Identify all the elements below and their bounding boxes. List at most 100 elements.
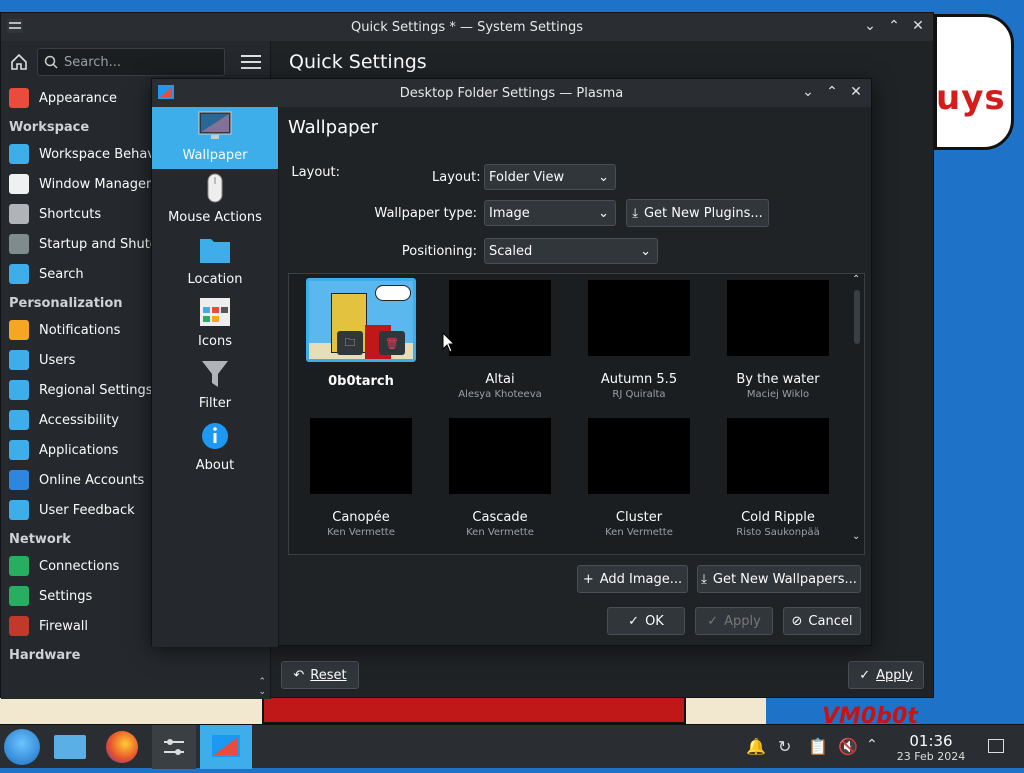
wallpaper-name: 0b0tarch <box>328 374 394 389</box>
main-apply-button[interactable]: ✓ Apply <box>848 661 924 689</box>
main-titlebar[interactable]: Quick Settings * — System Settings ⌄ ⌃ ✕ <box>1 13 933 41</box>
category-icons[interactable]: Icons <box>152 293 278 355</box>
notification-bell-icon[interactable]: 🔔 <box>746 737 766 756</box>
dialog-titlebar[interactable]: Desktop Folder Settings — Plasma ⌄ ⌃ ✕ <box>152 79 871 107</box>
category-label: About <box>195 458 235 473</box>
get-plugins-label: Get New Plugins... <box>643 205 763 221</box>
category-location[interactable]: Location <box>152 231 278 293</box>
chevron-down-icon[interactable]: ⌄ <box>861 17 879 35</box>
cancel-button[interactable]: ⊘ Cancel <box>783 607 861 635</box>
dialog-heading: Wallpaper <box>288 117 379 138</box>
wallpaper-name: By the water <box>736 372 820 387</box>
taskbar: 🔔 ↻ 📋 🔇 ⌃ 01:36 23 Feb 2024 <box>0 724 1024 769</box>
close-icon[interactable]: ✕ <box>909 17 927 35</box>
chevron-down-icon[interactable]: ⌄ <box>799 83 817 101</box>
wallpaper-thumbnail <box>588 418 690 494</box>
layout-value: Folder View <box>489 169 565 185</box>
search-input[interactable]: Search... <box>37 48 225 76</box>
close-icon[interactable]: ✕ <box>847 83 865 101</box>
icons-icon <box>198 297 232 331</box>
get-new-wallpapers-button[interactable]: ⤓ Get New Wallpapers... <box>697 565 861 593</box>
ok-button[interactable]: ✓ OK <box>607 607 685 635</box>
taskbar-plasma-dialog[interactable] <box>200 725 252 769</box>
clipboard-icon[interactable]: 📋 <box>808 737 828 756</box>
wallpaper-corner-text: VM0b0t <box>822 704 918 724</box>
info-icon <box>198 421 232 455</box>
flag-icon <box>9 380 29 400</box>
check-icon: ✓ <box>628 613 640 629</box>
reset-button[interactable]: ↶ Reset <box>281 661 359 689</box>
startup-icon <box>9 234 29 254</box>
check-icon: ✓ <box>707 613 719 629</box>
open-folder-icon[interactable]: 🗀 <box>337 331 363 355</box>
desktop-folder-settings-dialog: Desktop Folder Settings — Plasma ⌄ ⌃ ✕ W… <box>151 78 872 647</box>
wallpaper-tile[interactable]: Canopée Ken Vermette <box>301 412 421 544</box>
wallpaper-tile[interactable]: Altai Alesya Khoteeva <box>440 274 560 406</box>
sidebar-scroll-arrows[interactable]: ⌃ ⌄ <box>258 677 266 697</box>
mouse-cursor-icon <box>442 332 456 353</box>
updates-icon[interactable]: ↻ <box>778 737 791 756</box>
positioning-label: Positioning: <box>401 244 477 259</box>
clock-time: 01:36 <box>909 732 953 750</box>
category-label: Location <box>187 272 243 287</box>
layout-select[interactable]: Folder View ⌄ <box>484 164 616 190</box>
wallpaper-tile[interactable]: Autumn 5.5 RJ Quiralta <box>579 274 699 406</box>
wallpaper-name: Canopée <box>332 510 390 525</box>
keyboard-icon <box>9 204 29 224</box>
workspace-icon <box>9 144 29 164</box>
wallpaper-type-value: Image <box>489 205 530 221</box>
wallpaper-author: Risto Saukonpää <box>736 527 820 538</box>
tray-expand-icon[interactable]: ⌃ <box>866 737 878 753</box>
wallpaper-tile[interactable]: Cascade Ken Vermette <box>440 412 560 544</box>
chevron-up-icon[interactable]: ⌃ <box>885 17 903 35</box>
feedback-icon <box>9 500 29 520</box>
wallpaper-name: Cluster <box>615 510 663 525</box>
category-mouse-actions[interactable]: Mouse Actions <box>152 169 278 231</box>
file-manager-icon[interactable] <box>54 735 86 759</box>
positioning-value: Scaled <box>489 243 533 259</box>
category-wallpaper[interactable]: Wallpaper <box>152 107 278 169</box>
wallpaper-tile[interactable]: Cluster Ken Vermette <box>579 412 699 544</box>
filter-icon <box>198 359 232 393</box>
start-menu-icon[interactable] <box>4 729 40 765</box>
wallpaper-tile[interactable]: By the water Maciej Wiklo <box>718 274 838 406</box>
add-image-label: Add Image... <box>599 571 683 587</box>
accessibility-icon <box>9 410 29 430</box>
cancel-icon: ⊘ <box>791 613 803 629</box>
hamburger-menu-icon[interactable] <box>239 51 263 73</box>
positioning-select[interactable]: Scaled ⌄ <box>484 238 658 264</box>
wallpaper-tile[interactable]: Cold Ripple Risto Saukonpää <box>718 412 838 544</box>
add-image-button[interactable]: + Add Image... <box>577 565 688 593</box>
wallpaper-thumbnail <box>727 418 829 494</box>
wallpaper-type-label: Wallpaper type: <box>374 206 477 221</box>
category-filter[interactable]: Filter <box>152 355 278 417</box>
chevron-up-icon[interactable]: ⌃ <box>823 83 841 101</box>
home-icon[interactable] <box>9 52 29 72</box>
window-icon <box>9 174 29 194</box>
get-wallpapers-label: Get New Wallpapers... <box>712 571 857 587</box>
wallpaper-name: Autumn 5.5 <box>600 372 678 387</box>
taskbar-system-settings[interactable] <box>152 725 196 769</box>
show-desktop-icon[interactable] <box>988 739 1004 753</box>
wallpaper-tile[interactable]: 🗀 🗑 0b0tarch <box>301 274 421 406</box>
trash-icon[interactable]: 🗑 <box>379 331 405 355</box>
undo-icon: ↶ <box>293 667 305 683</box>
connections-icon <box>9 556 29 576</box>
wallpaper-grid[interactable]: ⌃ ⌄ 🗀 🗑 0b0tarch Altai Alesya Khoteeva Autumn… <box>288 273 865 555</box>
dialog-apply-button[interactable]: ✓ Apply <box>695 607 773 635</box>
clock[interactable]: 01:36 23 Feb 2024 <box>890 732 972 763</box>
grid-scrollbar[interactable]: ⌃ ⌄ <box>850 274 864 554</box>
wallpaper-thumbnail <box>588 280 690 356</box>
globe-icon <box>9 470 29 490</box>
grid-scroll-thumb[interactable] <box>854 290 860 344</box>
sidebar-item-label: Accessibility <box>39 412 119 428</box>
volume-muted-icon[interactable]: 🔇 <box>838 737 858 756</box>
category-about[interactable]: About <box>152 417 278 479</box>
bell-icon <box>9 320 29 340</box>
get-new-plugins-button[interactable]: ⤓ Get New Plugins... <box>626 199 769 227</box>
selected-thumb-frame: 🗀 🗑 <box>306 278 416 362</box>
cancel-label: Cancel <box>808 613 853 629</box>
firefox-icon[interactable] <box>106 731 138 763</box>
sidebar-item-label: Online Accounts <box>39 472 145 488</box>
wallpaper-type-select[interactable]: Image ⌄ <box>484 200 616 226</box>
